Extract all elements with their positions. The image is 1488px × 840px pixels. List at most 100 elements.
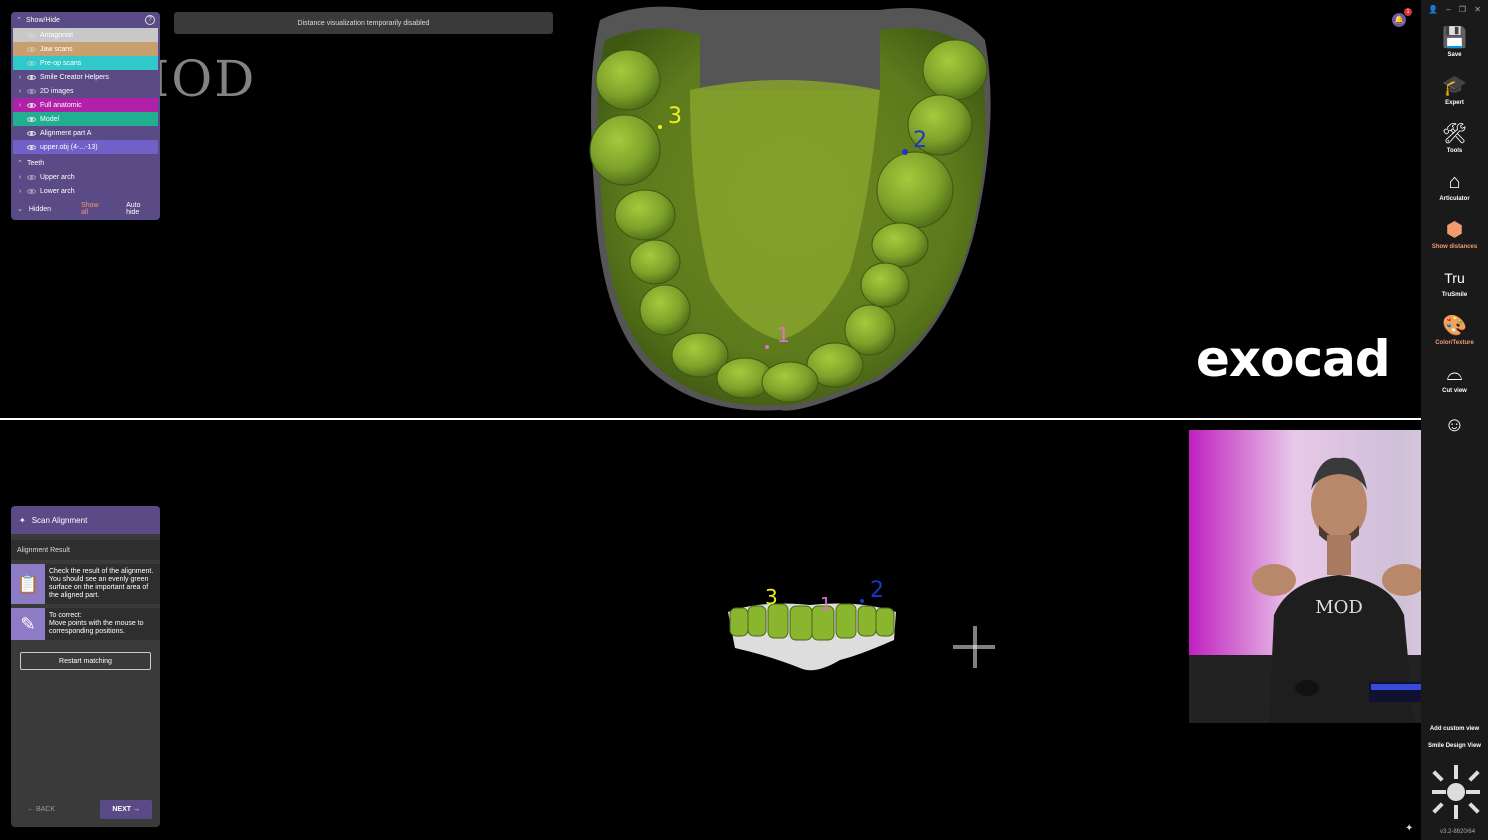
layer-label: Model: [40, 115, 60, 123]
layer-label: Lower arch: [40, 187, 75, 195]
eye-icon[interactable]: [27, 144, 36, 150]
back-button[interactable]: ← BACK: [19, 800, 63, 819]
scan-alignment-header: ✦ Scan Alignment: [11, 506, 160, 534]
layer-label: Smile Creator Helpers: [40, 73, 109, 81]
chevron-right-icon[interactable]: ›: [17, 174, 23, 181]
presenter-shirt-logo: MOD: [1315, 597, 1363, 618]
next-button[interactable]: NEXT →: [100, 800, 152, 819]
layer-row-upper-arch[interactable]: › Upper arch: [13, 170, 158, 184]
tool-graduation-cap[interactable]: 🎓 Expert: [1421, 66, 1488, 114]
correct-title: To correct:: [49, 612, 82, 619]
add-custom-view-button[interactable]: Add custom view: [1421, 726, 1488, 732]
marker-1-top[interactable]: 1: [777, 323, 790, 347]
layer-row[interactable]: Alignment part A: [13, 126, 158, 140]
layer-label: Alignment part A: [40, 129, 92, 137]
tool-label: Cut view: [1442, 387, 1467, 394]
check-result-text: Check the result of the alignment. You s…: [49, 568, 154, 599]
layer-label: Upper arch: [40, 173, 75, 181]
marker-1-bottom[interactable]: 1: [820, 594, 831, 615]
marker-2-bottom[interactable]: 2: [870, 578, 884, 603]
chevron-right-icon[interactable]: ›: [17, 102, 23, 109]
notification-count-badge: 1: [1404, 8, 1412, 16]
tool-label: Color/Texture: [1435, 339, 1474, 346]
crosshair-cursor-icon: [953, 626, 995, 668]
next-label: NEXT: [112, 806, 132, 813]
move-points-icon: ✎: [11, 608, 45, 640]
tool-articulator[interactable]: ⌂ Articulator: [1421, 162, 1488, 210]
tool-tooth-distance[interactable]: ⬢ Show distances: [1421, 210, 1488, 258]
eye-icon[interactable]: [27, 88, 36, 94]
eye-icon[interactable]: [27, 116, 36, 122]
tool-label: Save: [1447, 51, 1462, 58]
restart-matching-button[interactable]: Restart matching: [20, 652, 151, 670]
tool-trusmile[interactable]: Tru TruSmile: [1421, 258, 1488, 306]
eye-hidden-icon[interactable]: [27, 174, 36, 180]
layer-row[interactable]: › Smile Creator Helpers: [13, 70, 158, 84]
version-label: v3.2-8820/64: [1440, 829, 1476, 835]
show-all-button[interactable]: Show all: [81, 202, 106, 216]
check-result-card: 📋 Check the result of the alignment. You…: [11, 564, 160, 604]
layer-label: Pre-op scans: [40, 59, 82, 67]
tool-face[interactable]: ☺: [1421, 402, 1488, 450]
marker-3-bottom[interactable]: 3: [765, 585, 778, 609]
right-toolbar: 👤 – ❐ ✕ 💾 Save 🎓 Expert 🛠 Tools ⌂ Articulator ⬢ S…: [1421, 0, 1488, 840]
teeth-section-label: Teeth: [27, 159, 45, 167]
eye-hidden-icon[interactable]: [27, 188, 36, 194]
auto-hide-button[interactable]: Auto hide: [126, 202, 154, 216]
marker-2-top[interactable]: 2: [913, 128, 927, 153]
chevron-up-icon: ⌃: [17, 160, 23, 167]
layer-row[interactable]: Antagonist: [13, 28, 158, 42]
layer-label: upper.obj (4-...-13): [40, 143, 98, 151]
layer-label: Jaw scans: [40, 45, 73, 53]
layer-label: Antagonist: [40, 31, 74, 39]
tool-tools[interactable]: 🛠 Tools: [1421, 114, 1488, 162]
layer-row[interactable]: › Full anatomic: [13, 98, 158, 112]
notification-bell-icon[interactable]: 🔔: [1392, 13, 1406, 27]
chevron-right-icon[interactable]: ›: [17, 88, 23, 95]
show-hide-header[interactable]: ⌃ Show/Hide ?: [11, 12, 160, 28]
tool-save[interactable]: 💾 Save: [1421, 18, 1488, 66]
help-icon[interactable]: ?: [145, 15, 155, 25]
palette-icon: 🎨: [1442, 314, 1467, 337]
layer-row[interactable]: upper.obj (4-...-13): [13, 140, 158, 154]
layer-row[interactable]: Model: [13, 112, 158, 126]
show-hide-panel: ⌃ Show/Hide ? Antagonist Jaw scans Pre-op …: [11, 12, 160, 220]
tooth-distance-icon: ⬢: [1445, 218, 1464, 241]
eye-icon[interactable]: [27, 60, 36, 66]
restore-icon[interactable]: ❐: [1459, 5, 1466, 14]
face-icon: ☺: [1444, 413, 1465, 436]
eye-icon[interactable]: [27, 102, 36, 108]
minimize-icon[interactable]: –: [1446, 5, 1450, 14]
chevron-down-icon[interactable]: ⌄: [17, 205, 23, 213]
magic-wand-icon: ✦: [19, 515, 26, 525]
layer-row[interactable]: Jaw scans: [13, 42, 158, 56]
back-label: BACK: [35, 806, 56, 813]
view-navigator-icon[interactable]: [1428, 762, 1484, 822]
close-icon[interactable]: ✕: [1474, 5, 1481, 14]
smile-design-view-button[interactable]: Smile Design View: [1421, 743, 1488, 749]
save-icon: 💾: [1442, 26, 1467, 49]
clipboard-check-icon: 📋: [11, 564, 45, 604]
tool-label: Tools: [1446, 147, 1463, 154]
teeth-section-header[interactable]: ⌃ Teeth: [11, 156, 160, 170]
chevron-right-icon[interactable]: ›: [17, 188, 23, 195]
arrow-right-icon: →: [133, 806, 140, 813]
eye-icon[interactable]: [27, 130, 36, 136]
eye-icon[interactable]: [27, 74, 36, 80]
tool-palette[interactable]: 🎨 Color/Texture: [1421, 306, 1488, 354]
layer-row-lower-arch[interactable]: › Lower arch: [13, 184, 158, 198]
graduation-cap-icon: 🎓: [1442, 74, 1467, 97]
eye-icon[interactable]: [27, 46, 36, 52]
eye-icon[interactable]: [27, 32, 36, 38]
user-icon[interactable]: 👤: [1428, 5, 1438, 14]
hidden-label[interactable]: Hidden: [29, 206, 51, 213]
layer-row[interactable]: › 2D images: [13, 84, 158, 98]
tool-label: Expert: [1445, 99, 1464, 106]
marker-3-top[interactable]: 3: [668, 104, 682, 129]
show-hide-title: Show/Hide: [26, 16, 60, 24]
tool-cut-view[interactable]: ⌓ Cut view: [1421, 354, 1488, 402]
tool-label: Show distances: [1431, 243, 1478, 250]
layer-row[interactable]: Pre-op scans: [13, 56, 158, 70]
tool-label: TruSmile: [1441, 291, 1468, 298]
chevron-right-icon[interactable]: ›: [17, 74, 23, 81]
